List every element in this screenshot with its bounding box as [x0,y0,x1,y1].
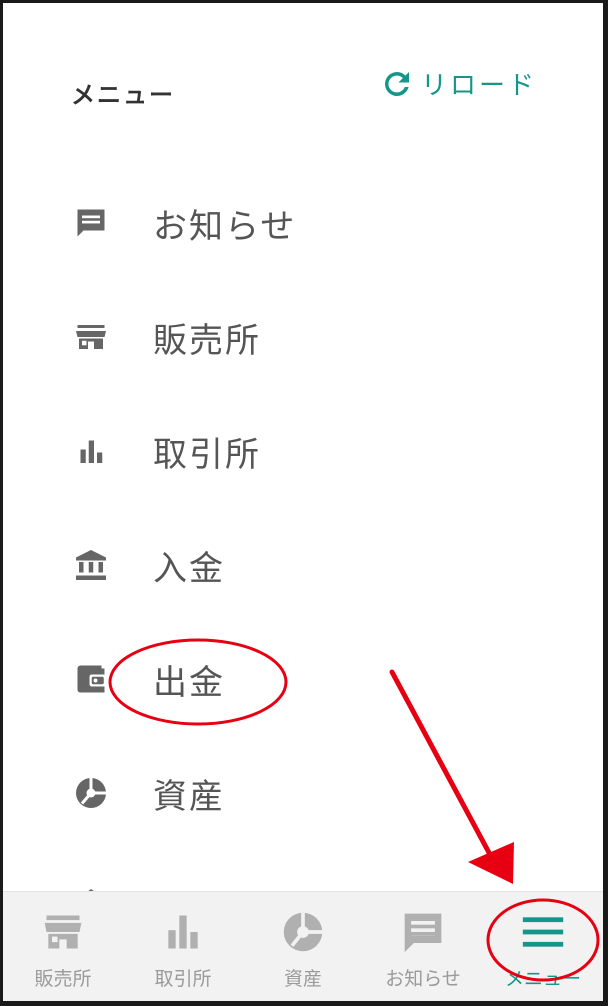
menu-item-store[interactable]: 販売所 [71,307,531,367]
menu-item-withdraw[interactable]: 出金 [71,649,531,709]
bank-icon [71,545,111,585]
menu-item-exchange[interactable]: 取引所 [71,421,531,481]
reload-button[interactable]: リロード [379,65,537,102]
tab-label: メニュー [504,968,581,990]
app-screen: メニュー リロード お知らせ 販売所 取引所 入金 出金 資産 販売所 取引所 … [3,3,603,1001]
menu-item-news[interactable]: お知らせ [71,193,531,253]
store-icon [44,915,82,949]
hamburger-icon [522,917,564,947]
tab-news[interactable]: お知らせ [363,892,483,1001]
message-icon [71,203,111,243]
tab-label: 取引所 [154,968,212,990]
menu-item-label: 販売所 [153,320,261,361]
wallet-icon [71,659,111,699]
menu-item-assets[interactable]: 資産 [71,763,531,823]
tab-exchange[interactable]: 取引所 [123,892,243,1001]
tab-store[interactable]: 販売所 [3,892,123,1001]
menu-item-label: お知らせ [153,206,297,247]
message-icon [404,913,442,953]
pie-chart-icon [71,773,111,813]
tab-menu[interactable]: メニュー [483,892,603,1001]
tab-label: 販売所 [34,968,92,990]
refresh-icon [384,71,409,96]
menu-item-deposit[interactable]: 入金 [71,535,531,595]
menu-item-label: 出金 [153,662,225,703]
menu-item-label: 資産 [153,776,225,817]
bar-chart-icon [71,431,111,471]
tab-assets[interactable]: 資産 [243,892,363,1001]
bottom-tab-bar: 販売所 取引所 資産 お知らせ メニュー [3,891,603,1001]
bar-chart-icon [168,915,198,949]
menu-item-label: 取引所 [153,434,261,475]
page-title: メニュー [71,81,175,109]
tab-label: 資産 [283,968,322,990]
menu-item-label: 入金 [153,548,225,589]
store-icon [71,317,111,357]
tab-label: お知らせ [385,968,461,990]
reload-label: リロード [420,71,537,101]
pie-chart-icon [283,912,323,952]
